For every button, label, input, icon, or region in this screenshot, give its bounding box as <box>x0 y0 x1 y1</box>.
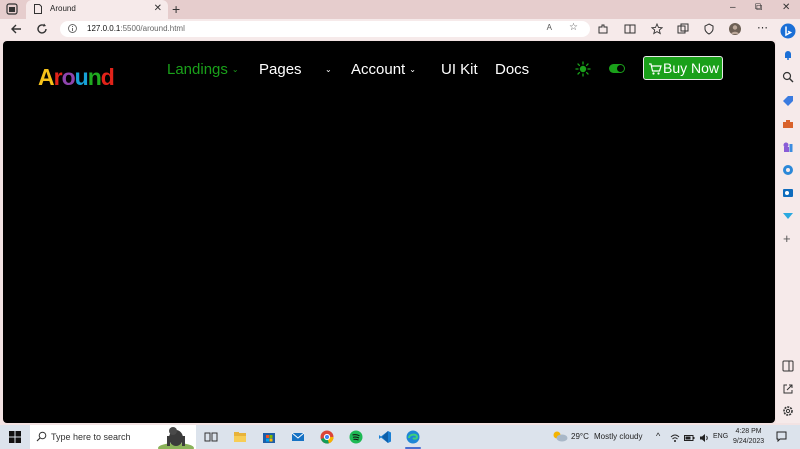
nav-landings-label: Landings <box>167 61 228 78</box>
games-icon[interactable] <box>782 141 794 153</box>
shopping-tag-icon[interactable] <box>782 95 794 107</box>
microsoft-365-icon[interactable] <box>782 164 794 176</box>
nav-pages[interactable]: Pages <box>259 61 302 78</box>
file-explorer-icon[interactable] <box>233 430 247 444</box>
notification-center-icon[interactable] <box>776 431 787 442</box>
buy-now-button[interactable]: Buy Now <box>643 56 723 80</box>
logo-letter: o <box>61 64 76 90</box>
site-info-icon[interactable] <box>68 24 77 33</box>
partly-cloudy-icon <box>553 431 568 442</box>
nav-account-label: Account <box>351 61 406 78</box>
search-icon[interactable] <box>782 71 794 83</box>
taskbar-clock[interactable]: 4:28 PM 9/24/2023 <box>733 427 764 447</box>
taskbar-search-box[interactable]: Type here to search <box>30 425 196 449</box>
logo-letter: r <box>53 64 63 90</box>
outlook-icon[interactable] <box>782 187 794 199</box>
open-external-icon[interactable] <box>782 383 794 395</box>
favorite-star-icon[interactable]: ☆ <box>569 22 578 33</box>
tab-title: Around <box>50 4 76 13</box>
extensions-icon[interactable] <box>597 23 609 35</box>
read-aloud-icon[interactable]: A <box>547 23 552 32</box>
window-menu-icon[interactable] <box>6 3 18 15</box>
logo-letter: A <box>38 64 55 90</box>
spotify-icon[interactable] <box>349 430 363 444</box>
search-highlight-gorilla-image <box>158 427 194 449</box>
browser-sidebar: + <box>776 19 800 423</box>
windows-taskbar: Type here to search 29°C Mostly cloudy ^… <box>0 425 800 449</box>
search-placeholder: Type here to search <box>51 432 131 442</box>
toggle-knob <box>617 65 624 72</box>
profile-avatar[interactable] <box>729 23 741 35</box>
restore-button[interactable]: ⧉ <box>755 2 762 13</box>
tools-icon[interactable] <box>782 118 794 130</box>
url-host: 127.0.0.1 <box>87 24 121 33</box>
notifications-icon[interactable] <box>782 49 794 61</box>
address-bar[interactable]: 127.0.0.1:5500/around.html A ☆ <box>60 21 590 37</box>
refresh-icon[interactable] <box>35 22 49 36</box>
split-screen-icon[interactable] <box>624 23 636 35</box>
logo-letter: u <box>74 64 89 90</box>
page-icon <box>34 4 42 14</box>
nav-docs[interactable]: Docs <box>495 61 529 78</box>
collections-icon[interactable] <box>677 23 689 35</box>
microsoft-store-icon[interactable] <box>262 430 276 444</box>
browser-essentials-icon[interactable] <box>703 23 715 35</box>
cart-icon <box>649 63 662 75</box>
clock-date: 9/24/2023 <box>733 438 765 445</box>
edge-icon[interactable] <box>406 430 420 444</box>
battery-icon[interactable] <box>684 433 695 443</box>
settings-gear-icon[interactable] <box>782 405 794 417</box>
back-arrow-icon[interactable] <box>9 22 23 36</box>
page-viewport: Around Landings ⌄ Pages ⌄ Account ⌄ UI Kit… <box>3 41 775 423</box>
minimize-button[interactable]: – <box>730 2 736 13</box>
input-language[interactable]: ENG <box>713 433 728 440</box>
weather-temperature: 29°C <box>571 432 589 441</box>
add-sidebar-app-icon[interactable]: + <box>783 232 795 245</box>
drop-icon[interactable] <box>782 210 794 222</box>
search-icon <box>36 431 47 442</box>
nav-pages-label: Pages <box>259 61 302 78</box>
favorites-icon[interactable] <box>651 23 663 35</box>
weather-condition: Mostly cloudy <box>594 432 643 441</box>
chevron-down-icon: ⌄ <box>409 65 416 74</box>
nav-ui-kit-label: UI Kit <box>441 61 478 78</box>
around-logo[interactable]: Around <box>38 64 115 91</box>
chrome-icon[interactable] <box>320 430 334 444</box>
url-text: 127.0.0.1:5500/around.html <box>87 24 185 33</box>
nav-ui-kit[interactable]: UI Kit <box>441 61 478 78</box>
theme-toggle[interactable] <box>609 64 625 73</box>
more-options-icon[interactable]: ⋯ <box>757 21 769 34</box>
nav-account[interactable]: Account ⌄ <box>351 61 416 78</box>
new-tab-button[interactable]: + <box>172 1 180 17</box>
close-window-button[interactable]: ✕ <box>782 2 790 13</box>
vs-code-icon[interactable] <box>378 430 392 444</box>
mail-icon[interactable] <box>291 430 305 444</box>
logo-letter: n <box>87 64 102 90</box>
wifi-icon[interactable] <box>670 433 680 443</box>
chevron-down-icon: ⌄ <box>231 65 239 74</box>
bing-chat-icon[interactable] <box>780 23 796 39</box>
address-bar-row: 127.0.0.1:5500/around.html A ☆ ⋯ <box>0 19 800 40</box>
nav-docs-label: Docs <box>495 61 530 78</box>
url-path: :5500/around.html <box>120 24 185 33</box>
sun-icon <box>575 61 591 77</box>
buy-now-label: Buy Now <box>663 60 720 76</box>
windows-start-icon[interactable] <box>9 431 21 443</box>
hide-sidebar-icon[interactable] <box>782 360 794 372</box>
tab-close-icon[interactable]: ✕ <box>154 3 162 14</box>
volume-icon[interactable] <box>699 433 709 443</box>
show-hidden-icons-chevron[interactable]: ^ <box>656 431 660 441</box>
browser-tab-strip: Around ✕ + – ⧉ ✕ <box>0 0 800 19</box>
logo-letter: d <box>100 64 115 90</box>
nav-pages-chevron-icon[interactable]: ⌄ <box>321 61 332 78</box>
clock-time: 4:28 PM <box>735 428 762 435</box>
task-view-icon[interactable] <box>204 430 218 444</box>
nav-landings[interactable]: Landings ⌄ <box>167 61 239 78</box>
browser-tab[interactable]: Around ✕ <box>26 0 168 19</box>
